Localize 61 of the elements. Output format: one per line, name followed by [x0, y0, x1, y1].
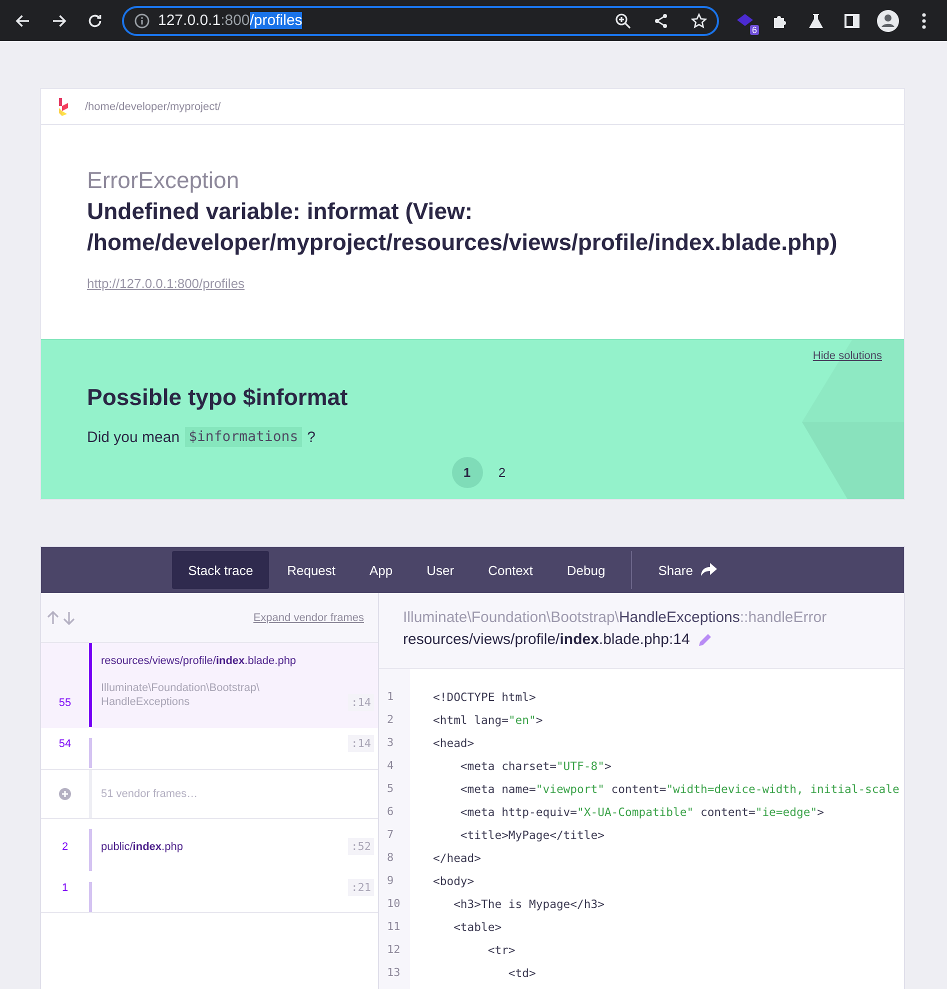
line-number: 7 — [386, 827, 395, 843]
solution-text: Did you mean — [87, 428, 180, 446]
frame-method: Illuminate\Foundation\Bootstrap\HandleExceptions::handleError — [403, 609, 828, 626]
logo-icon — [57, 98, 69, 116]
line-number: 1 — [386, 689, 395, 705]
tab[interactable]: Stack trace — [172, 551, 270, 589]
exception-type: ErrorException — [87, 167, 240, 194]
page-button[interactable]: 1 — [452, 457, 482, 488]
tab[interactable]: App — [354, 551, 409, 589]
line-number: 2 — [386, 712, 395, 728]
line-number: 9 — [386, 873, 395, 889]
extension-badge: 6 — [750, 24, 759, 34]
code-line: </head> — [433, 850, 482, 866]
tab[interactable]: User — [410, 551, 470, 589]
share-arrow-icon — [700, 563, 717, 577]
code-line: <table> — [452, 918, 503, 936]
frame-number: 54 — [58, 738, 72, 752]
line-number: 12 — [386, 942, 402, 958]
page-button[interactable]: 2 — [486, 457, 518, 488]
share-icon[interactable] — [653, 12, 669, 28]
code-line: <meta charset="UTF-8"> — [459, 758, 612, 774]
zoom-icon[interactable] — [615, 12, 631, 28]
frame-file: resources/views/profile/index.blade.php — [101, 655, 298, 667]
frame-file: public/index.php — [101, 841, 184, 853]
error-message: Undefined variable: informat (View: /home/developer/myproject/resources/views/profile/index.blade.php) — [87, 197, 838, 257]
tab[interactable]: Debug — [550, 551, 622, 589]
line-number: 10 — [386, 896, 402, 912]
extension-button[interactable]: 6 — [731, 6, 759, 34]
line-number: 3 — [386, 735, 395, 751]
code-line: <meta name="viewport" content="width=device-width, initial-scale — [459, 780, 900, 798]
file-path: resources/views/profile/index.blade.php:14 — [403, 631, 690, 648]
line-number: 8 — [386, 850, 395, 866]
code-line: <h3>The is Mypage</h3> — [452, 896, 606, 912]
line-number: 4 — [386, 758, 395, 774]
tab[interactable]: Request — [271, 551, 352, 589]
code-line: <meta http-equiv="X-UA-Compatible" content="ie=edge"> — [459, 804, 825, 820]
frame-number: 1 — [60, 882, 70, 896]
line-number: 5 — [386, 781, 395, 797]
stack-frame[interactable]: 55 resources/views/profile/index.blade.php Illuminate\Foundation\Bootstrap\ HandleExceptions :14 — [41, 643, 378, 728]
code-line: <head> — [433, 734, 476, 752]
code-line: <!DOCTYPE html> — [433, 688, 537, 706]
line-number: 11 — [386, 919, 402, 935]
line-number: 6 — [386, 804, 395, 820]
frame-number: 55 — [58, 697, 72, 711]
solution-title: Possible typo $informat — [87, 384, 349, 411]
frame-class: Illuminate\Foundation\Bootstrap\ HandleExceptions — [101, 681, 260, 709]
code-snippet: $informations — [184, 427, 302, 447]
code-line: <td> — [507, 964, 537, 982]
solution-text: ? — [307, 428, 316, 446]
code-line: <html lang="en"> — [433, 712, 544, 728]
info-icon — [134, 12, 150, 28]
frame-number: 2 — [60, 841, 70, 855]
code-line: <body> — [433, 872, 476, 890]
tab[interactable]: Context — [472, 551, 549, 589]
share-button[interactable]: Share — [642, 551, 733, 589]
hide-solutions-link[interactable]: Hide solutions — [812, 350, 882, 362]
line-number: 13 — [386, 965, 402, 981]
code-line: <title>MyPage</title> — [459, 826, 606, 844]
project-path: /home/developer/myproject/ — [85, 100, 221, 112]
star-icon[interactable] — [691, 12, 707, 28]
code-line: <tr> — [486, 942, 516, 958]
